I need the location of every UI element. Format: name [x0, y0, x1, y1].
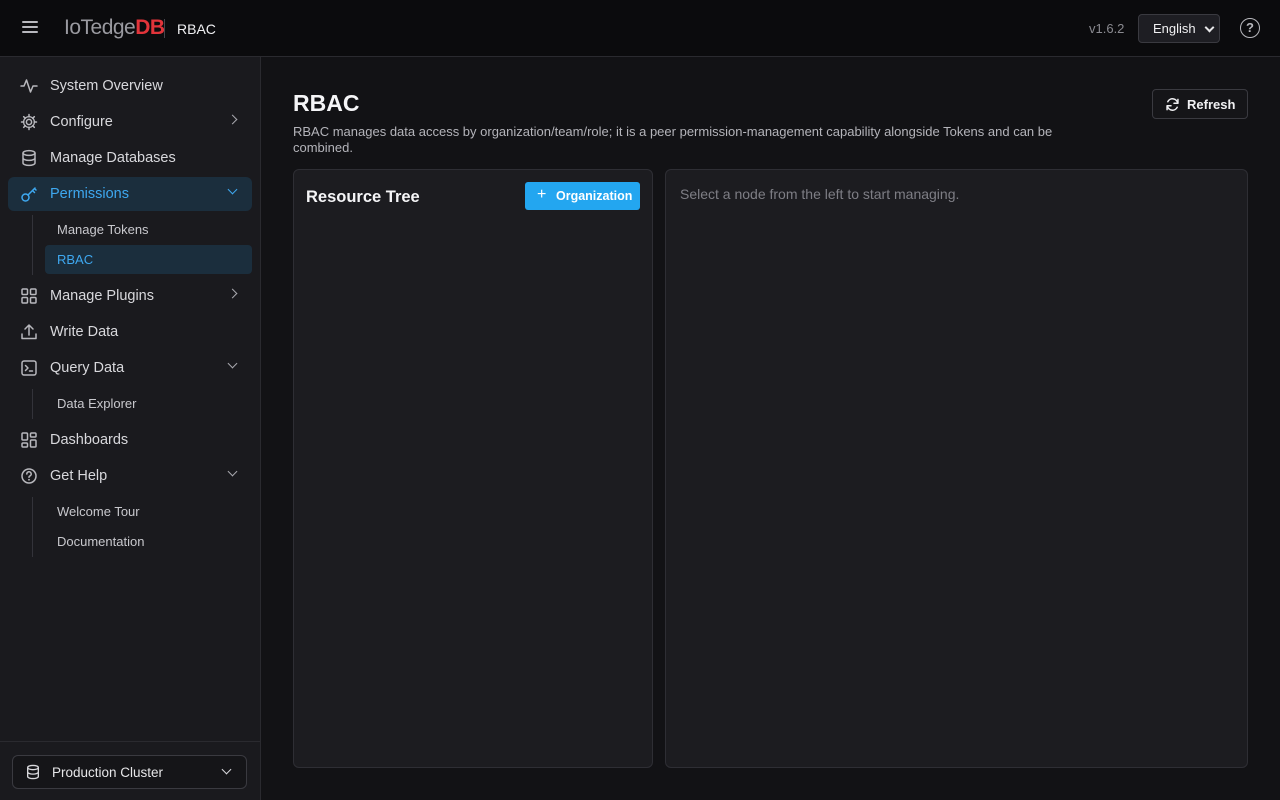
sidebar-subitem-rbac[interactable]: RBAC: [45, 245, 252, 274]
database-icon: [22, 149, 36, 167]
sidebar-subitem-manage-tokens[interactable]: Manage Tokens: [45, 215, 252, 244]
hamburger-menu-icon[interactable]: [20, 18, 40, 38]
divider: [164, 19, 165, 38]
help-circle-icon: [21, 468, 37, 484]
sidebar-item-label: Write Data: [50, 324, 119, 340]
chevron-down-icon: [1204, 22, 1215, 33]
page-description: RBAC manages data access by organization…: [293, 124, 1053, 155]
chevron-right-icon: [227, 288, 238, 299]
submenu-guide-line: [32, 215, 33, 275]
language-select-value: English: [1153, 21, 1196, 36]
gear-icon: [20, 113, 38, 131]
submenu-guide-line: [32, 497, 33, 557]
sidebar-item-manage-plugins[interactable]: Manage Plugins: [8, 279, 252, 313]
sidebar-item-label: Manage Databases: [50, 150, 176, 166]
logo-accent-text: DB: [135, 16, 165, 39]
key-icon: [21, 187, 37, 202]
cluster-name: Production Cluster: [52, 765, 164, 780]
empty-state-hint: Select a node from the left to start man…: [680, 186, 960, 202]
sidebar-subitem-data-explorer[interactable]: Data Explorer: [45, 389, 252, 418]
add-organization-button[interactable]: + Organization: [525, 182, 640, 210]
sidebar-item-label: System Overview: [50, 78, 163, 94]
version-label: v1.6.2: [1089, 21, 1125, 36]
app-logo[interactable]: IoTedgeDB: [64, 16, 165, 40]
chevron-down-icon: [221, 764, 232, 775]
sidebar-subitem-label: Data Explorer: [57, 396, 137, 411]
chevron-right-icon: [227, 114, 238, 125]
sidebar-item-label: Configure: [50, 114, 113, 130]
sidebar-subitem-welcome-tour[interactable]: Welcome Tour: [45, 497, 252, 526]
resource-tree-title: Resource Tree: [306, 188, 420, 206]
sidebar-subitem-documentation[interactable]: Documentation: [45, 527, 252, 556]
logo-text: IoTedge: [64, 16, 136, 39]
database-icon: [27, 764, 39, 780]
upload-icon: [21, 324, 37, 340]
language-select[interactable]: English: [1138, 14, 1220, 43]
page-title: RBAC: [293, 90, 360, 116]
sidebar-item-get-help[interactable]: Get Help: [8, 459, 252, 493]
submenu-guide-line: [32, 389, 33, 419]
cluster-selector[interactable]: Production Cluster: [12, 755, 247, 789]
sidebar-item-query-data[interactable]: Query Data: [8, 351, 252, 385]
resource-tree-panel: Resource Tree + Organization: [293, 169, 653, 768]
help-icon[interactable]: ?: [1240, 18, 1260, 38]
sidebar-item-label: Manage Plugins: [50, 288, 154, 304]
sidebar-item-label: Dashboards: [50, 432, 129, 448]
chevron-down-icon: [227, 184, 238, 195]
sidebar-item-label: Permissions: [50, 186, 129, 202]
sidebar-item-write-data[interactable]: Write Data: [8, 315, 252, 349]
plus-icon: +: [537, 186, 547, 203]
grid-icon: [21, 288, 37, 304]
cluster-footer: Production Cluster: [0, 741, 260, 800]
sidebar-item-label: Get Help: [50, 468, 108, 484]
chevron-down-icon: [227, 466, 238, 477]
sidebar: System Overview Configure Manage Databas…: [0, 57, 261, 800]
top-bar: IoTedgeDB RBAC v1.6.2 English ?: [0, 0, 1280, 57]
sidebar-item-configure[interactable]: Configure: [8, 105, 252, 139]
sidebar-subitem-label: Welcome Tour: [57, 504, 140, 519]
sidebar-subitem-label: Manage Tokens: [57, 222, 149, 237]
sidebar-subitem-label: RBAC: [57, 252, 94, 267]
sidebar-item-permissions[interactable]: Permissions: [8, 177, 252, 211]
add-organization-label: Organization: [556, 189, 633, 203]
sidebar-item-system-overview[interactable]: System Overview: [8, 69, 252, 103]
pulse-icon: [20, 79, 38, 93]
sidebar-item-dashboards[interactable]: Dashboards: [8, 423, 252, 457]
sidebar-item-label: Query Data: [50, 360, 125, 376]
refresh-button[interactable]: Refresh: [1152, 89, 1248, 119]
refresh-icon: [1166, 98, 1179, 111]
detail-panel: Select a node from the left to start man…: [665, 169, 1248, 768]
terminal-icon: [21, 360, 37, 376]
refresh-button-label: Refresh: [1187, 97, 1236, 112]
breadcrumb: RBAC: [177, 21, 216, 37]
sidebar-item-manage-databases[interactable]: Manage Databases: [8, 141, 252, 175]
sidebar-subitem-label: Documentation: [57, 534, 145, 549]
chevron-down-icon: [227, 358, 238, 369]
dashboard-icon: [21, 432, 37, 448]
